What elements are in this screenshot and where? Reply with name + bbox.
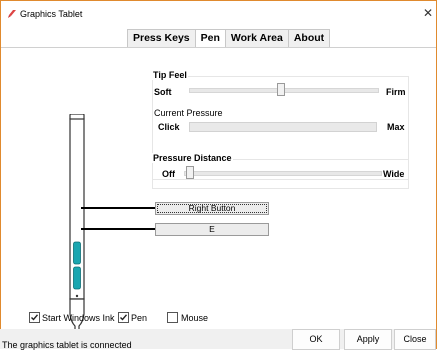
checkmark-icon: [120, 314, 128, 321]
title-bar: Graphics Tablet ✕: [1, 1, 436, 27]
window-title: Graphics Tablet: [20, 9, 83, 19]
checkmark-icon: [31, 314, 39, 321]
lower-button-connector: [81, 228, 155, 230]
upper-button-connector: [81, 207, 155, 209]
pen-settings-panel: Tip Feel Soft Firm Current Pressure Clic…: [1, 47, 436, 341]
close-icon[interactable]: ✕: [423, 6, 433, 20]
pressure-distance-title: Pressure Distance: [152, 153, 233, 163]
tab-press-keys[interactable]: Press Keys: [127, 29, 196, 47]
pen-upper-button-icon: [73, 241, 81, 265]
distance-off-label: Off: [162, 169, 175, 179]
current-pressure-bar: [189, 122, 377, 132]
apply-button[interactable]: Apply: [344, 329, 392, 350]
distance-wide-label: Wide: [383, 169, 405, 179]
pressure-distance-slider-thumb[interactable]: [186, 166, 194, 179]
pen-checkbox[interactable]: [118, 312, 129, 323]
tip-feel-soft-label: Soft: [154, 87, 172, 97]
app-window: Graphics Tablet ✕ Press Keys Pen Work Ar…: [0, 0, 437, 349]
pressure-distance-slider-track: [184, 171, 382, 176]
lower-button-assignment[interactable]: E: [155, 223, 269, 236]
mouse-option-label[interactable]: Mouse: [181, 313, 208, 323]
pressure-click-label: Click: [158, 122, 180, 132]
pen-brush-icon: [8, 10, 16, 18]
tab-about[interactable]: About: [287, 29, 331, 47]
ok-button[interactable]: OK: [292, 329, 340, 350]
upper-button-assignment[interactable]: Right Button: [155, 202, 269, 215]
mouse-checkbox[interactable]: [167, 312, 178, 323]
tab-pen[interactable]: Pen: [194, 29, 226, 48]
close-button[interactable]: Close: [394, 329, 436, 350]
windows-ink-label[interactable]: Start Windows Ink: [42, 313, 115, 323]
pen-option-label[interactable]: Pen: [131, 313, 147, 323]
windows-ink-checkbox[interactable]: [29, 312, 40, 323]
current-pressure-label: Current Pressure: [154, 108, 223, 118]
pen-lower-button-icon: [73, 266, 81, 290]
tip-feel-title: Tip Feel: [152, 70, 188, 80]
tab-strip: Press Keys Pen Work Area About: [127, 29, 331, 48]
tip-feel-firm-label: Firm: [386, 87, 406, 97]
tab-work-area[interactable]: Work Area: [224, 29, 289, 47]
pressure-max-label: Max: [387, 122, 405, 132]
tip-feel-slider-thumb[interactable]: [277, 83, 286, 96]
